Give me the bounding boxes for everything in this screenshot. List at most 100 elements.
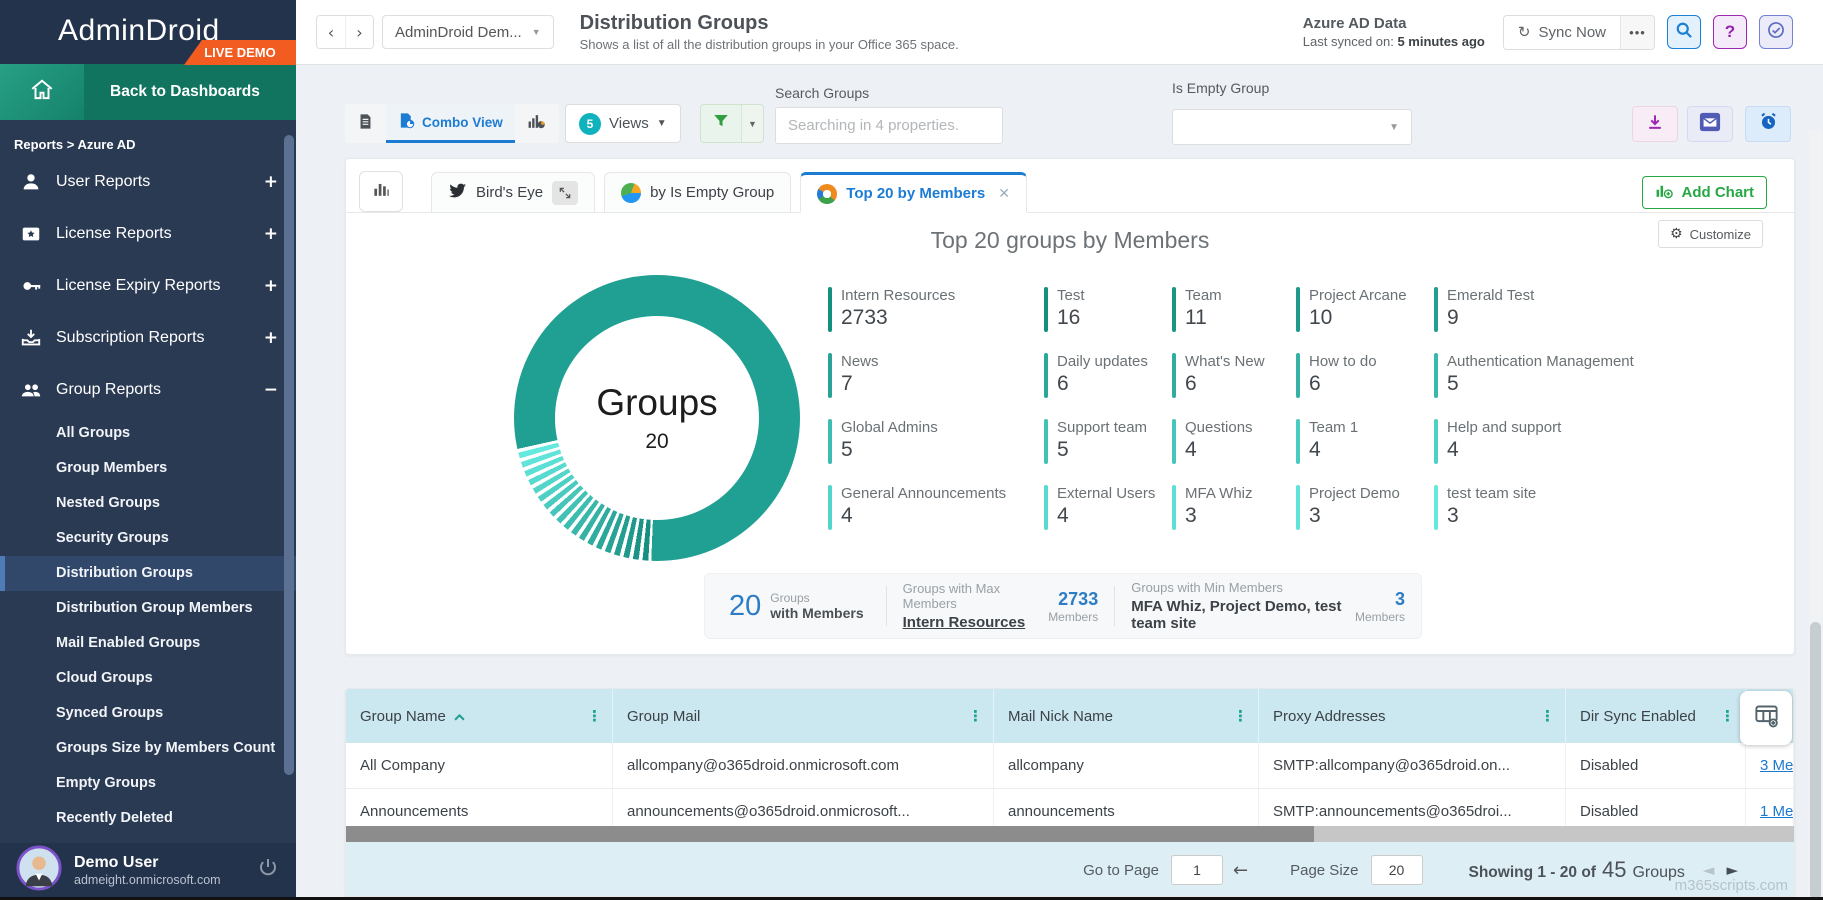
sidebar-item-subscription-reports[interactable]: Subscription Reports + <box>0 312 296 364</box>
collapse-minus-icon[interactable]: − <box>264 380 278 400</box>
expand-plus-icon[interactable]: + <box>264 276 278 296</box>
goto-page-label: Go to Page <box>1083 862 1159 879</box>
email-report-button[interactable] <box>1687 106 1733 142</box>
sidebar-item-empty-groups[interactable]: Empty Groups <box>0 766 296 801</box>
sync-now-button[interactable]: ↻ Sync Now <box>1504 16 1620 49</box>
sidebar-item-user-reports[interactable]: User Reports + <box>0 156 296 208</box>
tab-by-is-empty-group[interactable]: by Is Empty Group <box>604 172 791 213</box>
column-chooser-icon <box>1753 702 1780 734</box>
combo-view-tab[interactable]: Combo View <box>386 104 515 143</box>
is-empty-group-select[interactable]: ▼ <box>1172 109 1412 145</box>
sidebar-item-groups-size-by-members-count[interactable]: Groups Size by Members Count <box>0 731 296 766</box>
vertical-scrollbar-thumb[interactable] <box>1810 622 1821 900</box>
sync-source-title: Azure AD Data <box>1303 15 1485 32</box>
sync-more-button[interactable]: ••• <box>1620 16 1654 49</box>
horizontal-scrollbar[interactable] <box>346 826 1794 842</box>
donut-chart-icon <box>817 184 837 204</box>
back-to-dashboards[interactable]: Back to Dashboards <box>84 64 296 120</box>
add-chart-button[interactable]: Add Chart <box>1642 176 1768 209</box>
logout-power-icon[interactable] <box>256 856 280 885</box>
column-header-group-mail[interactable]: Group Mail ⋮ <box>613 689 994 743</box>
sidebar-item-recently-deleted[interactable]: Recently Deleted <box>0 801 296 836</box>
nav-forward-button[interactable]: › <box>345 16 373 48</box>
max-members-group[interactable]: Intern Resources <box>903 614 1039 631</box>
nav-back-button[interactable]: ‹ <box>317 16 345 48</box>
chart-list-button[interactable] <box>359 171 403 212</box>
column-header-dir-sync-enabled[interactable]: Dir Sync Enabled ⋮ <box>1566 689 1746 743</box>
members-link[interactable]: 3 Me <box>1746 743 1794 788</box>
total-count: 45 <box>1602 857 1626 883</box>
sidebar-item-security-groups[interactable]: Security Groups <box>0 521 296 556</box>
sidebar-item-group-reports[interactable]: Group Reports − <box>0 364 296 416</box>
max-members-label: Groups with Max Members <box>903 581 1039 611</box>
tenant-dropdown[interactable]: AdminDroid Dem... ▼ <box>382 15 554 49</box>
column-header-group-name[interactable]: Group Name ⋮ <box>346 689 613 743</box>
sidebar-item-license-reports[interactable]: License Reports + <box>0 208 296 260</box>
column-menu-icon[interactable]: ⋮ <box>587 707 602 725</box>
avatar[interactable] <box>16 845 62 896</box>
global-search-button[interactable] <box>1667 15 1701 49</box>
expand-plus-icon[interactable]: + <box>264 328 278 348</box>
grid-view-tab[interactable] <box>345 104 386 143</box>
home-button[interactable] <box>0 64 84 120</box>
column-header-mail-nick-name[interactable]: Mail Nick Name ⋮ <box>994 689 1259 743</box>
app-logo: AdminDroid <box>58 14 220 48</box>
table-row: All Companyallcompany@o365droid.onmicros… <box>346 743 1794 789</box>
legend-color-bar <box>828 353 832 398</box>
expand-icon[interactable] <box>552 181 578 205</box>
expand-plus-icon[interactable]: + <box>264 172 278 192</box>
go-arrow-icon[interactable]: ← <box>1233 860 1248 881</box>
chart-title: Top 20 groups by Members <box>346 227 1794 254</box>
legend-color-bar <box>1296 353 1300 398</box>
sidebar-item-all-groups[interactable]: All Groups <box>0 416 296 451</box>
search-groups-input[interactable] <box>775 107 1003 144</box>
goto-page-input[interactable] <box>1171 855 1223 885</box>
sidebar-item-synced-groups[interactable]: Synced Groups <box>0 696 296 731</box>
column-chooser-button[interactable] <box>1740 691 1792 745</box>
column-menu-icon[interactable]: ⋮ <box>1720 707 1735 725</box>
legend-value: 4 <box>1185 438 1253 462</box>
legend-name: General Announcements <box>841 485 1006 502</box>
help-button[interactable]: ? <box>1713 15 1747 49</box>
sidebar-item-mail-enabled-groups[interactable]: Mail Enabled Groups <box>0 626 296 661</box>
vertical-scrollbar[interactable] <box>1809 130 1822 900</box>
legend-name: Support team <box>1057 419 1147 436</box>
app-window: AdminDroid LIVE DEMO Back to Dashboards … <box>0 0 1823 900</box>
legend-color-bar <box>828 419 832 464</box>
column-menu-icon[interactable]: ⋮ <box>1540 707 1555 725</box>
bird-icon <box>448 182 467 203</box>
legend-color-bar <box>1172 287 1176 332</box>
schedule-button[interactable] <box>1759 15 1793 49</box>
schedule-alarm-button[interactable] <box>1745 106 1791 142</box>
views-dropdown[interactable]: 5 Views ▼ <box>565 104 681 143</box>
chart-view-icon <box>527 112 546 136</box>
sidebar-scrollbar[interactable] <box>284 135 294 775</box>
sidebar-item-nested-groups[interactable]: Nested Groups <box>0 486 296 521</box>
chart-view-tab[interactable] <box>515 104 558 143</box>
column-menu-icon[interactable]: ⋮ <box>968 707 983 725</box>
export-download-button[interactable] <box>1632 106 1678 142</box>
tab-birds-eye[interactable]: Bird's Eye <box>431 172 595 213</box>
sidebar-item-license-expiry-reports[interactable]: License Expiry Reports + <box>0 260 296 312</box>
legend-value: 10 <box>1309 306 1407 330</box>
tab-top-20-by-members[interactable]: Top 20 by Members ✕ <box>800 172 1027 213</box>
filter-dropdown-button[interactable]: ▼ <box>741 105 763 142</box>
legend-color-bar <box>1172 419 1176 464</box>
sidebar-item-distribution-group-members[interactable]: Distribution Group Members <box>0 591 296 626</box>
sidebar-item-cloud-groups[interactable]: Cloud Groups <box>0 661 296 696</box>
expand-plus-icon[interactable]: + <box>264 224 278 244</box>
sidebar-item-group-members[interactable]: Group Members <box>0 451 296 486</box>
group-reports-submenu: All Groups Group Members Nested Groups S… <box>0 416 296 836</box>
license-icon <box>20 223 42 245</box>
filter-button[interactable] <box>701 105 741 142</box>
column-menu-icon[interactable]: ⋮ <box>1233 707 1248 725</box>
legend-item: Team11 <box>1172 287 1296 332</box>
legend-value: 2733 <box>841 306 955 330</box>
legend-item: Help and support4 <box>1434 419 1773 464</box>
legend-item: Questions4 <box>1172 419 1296 464</box>
horizontal-scrollbar-thumb[interactable] <box>346 826 1314 842</box>
page-size-input[interactable] <box>1371 855 1423 885</box>
sidebar-item-distribution-groups[interactable]: Distribution Groups <box>0 556 296 591</box>
close-tab-icon[interactable]: ✕ <box>998 185 1010 202</box>
column-header-proxy-addresses[interactable]: Proxy Addresses ⋮ <box>1259 689 1566 743</box>
